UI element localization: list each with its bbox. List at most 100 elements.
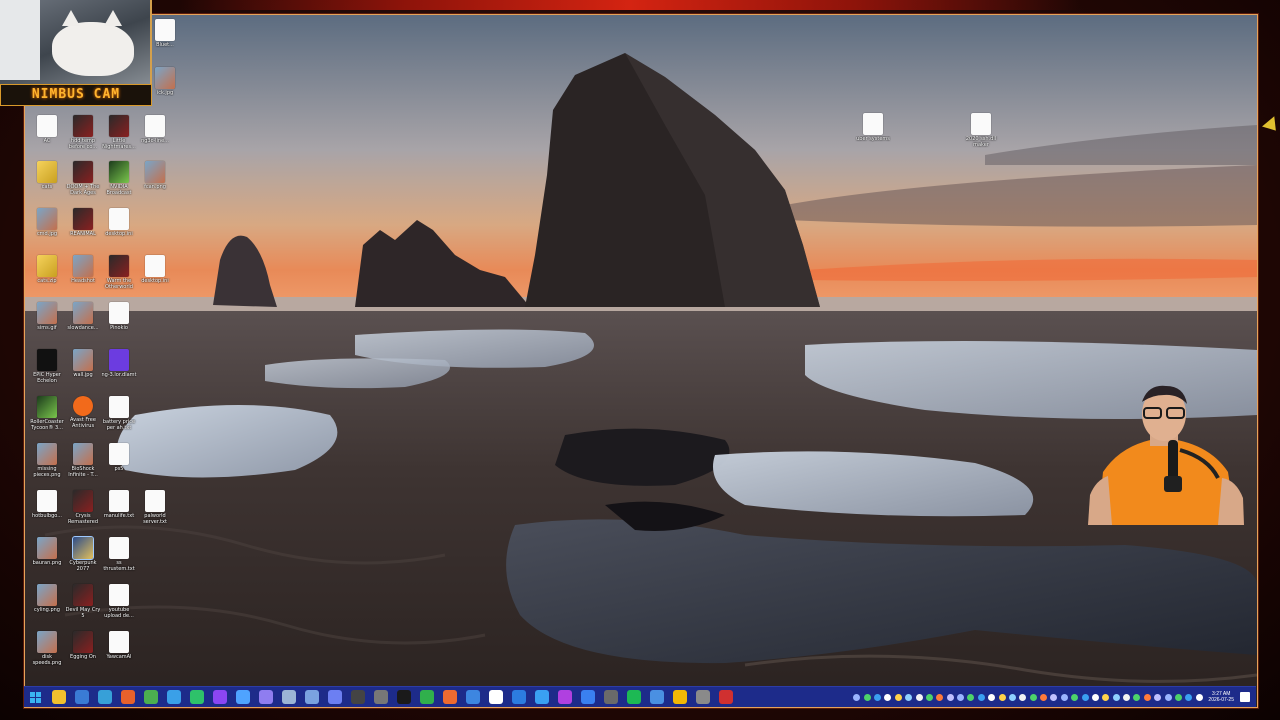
tray-icon[interactable]	[1185, 693, 1193, 701]
tray-icon[interactable]	[1154, 693, 1162, 701]
tray-icon[interactable]	[988, 693, 996, 701]
tray-icon[interactable]	[863, 693, 871, 701]
tray-icon[interactable]	[1081, 693, 1089, 701]
desktop-icon[interactable]: NVIDIA Broadcast	[101, 161, 137, 196]
tray-icon[interactable]	[1123, 693, 1131, 701]
desktop-icon[interactable]: ps5	[101, 443, 137, 472]
tray-icon[interactable]	[915, 693, 923, 701]
desktop-icon[interactable]: battery price per ah.txt	[101, 396, 137, 431]
desktop[interactable]: Bluet... ick.jpg AC hdd temp before co... Li…	[24, 14, 1258, 708]
desktop-icon[interactable]: disk speeds.png	[29, 631, 65, 666]
sheet-app-icon[interactable]	[419, 690, 434, 704]
desktop-icon[interactable]: fcan.png	[137, 161, 173, 190]
desktop-icon[interactable]: ng-3.lor.dlamt	[101, 349, 137, 378]
discord-icon[interactable]	[327, 690, 342, 704]
settings-icon[interactable]	[603, 690, 618, 704]
desktop-icon[interactable]: DOOM + The Dark Ages	[65, 161, 101, 196]
green-app-icon[interactable]	[189, 690, 204, 704]
diamond-app-icon[interactable]	[235, 690, 250, 704]
desktop-icon[interactable]: 2020 ssh.dll maker	[963, 113, 999, 148]
purple-app-icon[interactable]	[557, 690, 572, 704]
desktop-icon[interactable]: Crysis Remastered	[65, 490, 101, 525]
tray-icon[interactable]	[1008, 693, 1016, 701]
desktop-icon[interactable]: EPIC Hyper Echelon	[29, 349, 65, 384]
tray-icon[interactable]	[894, 693, 902, 701]
controller-icon[interactable]	[258, 690, 273, 704]
desktop-icon[interactable]: bauran.png	[29, 537, 65, 566]
tray-icon[interactable]	[1071, 693, 1079, 701]
tray-icon[interactable]	[884, 693, 892, 701]
desktop-icon[interactable]: ss thrustem.txt	[101, 537, 137, 572]
desktop-icon[interactable]: AC	[29, 115, 65, 144]
firefox-icon[interactable]	[120, 690, 135, 704]
task-view-icon[interactable]	[74, 690, 89, 704]
desktop-icon[interactable]: cmd.jpg	[29, 208, 65, 237]
tray-icon[interactable]	[1133, 693, 1141, 701]
red-app-icon[interactable]	[718, 690, 733, 704]
desktop-icon[interactable]: cyling.png	[29, 584, 65, 613]
chrome-icon[interactable]	[143, 690, 158, 704]
desktop-icon[interactable]: REANIMAL	[65, 208, 101, 237]
desktop-icon[interactable]: YawcamAI	[101, 631, 137, 660]
desktop-icon[interactable]: Avast Free Antivirus	[65, 396, 101, 429]
twitch-icon[interactable]	[212, 690, 227, 704]
desktop-icon[interactable]: slowdance...	[65, 302, 101, 331]
tray-icon[interactable]	[1112, 693, 1120, 701]
tray-icon[interactable]	[905, 693, 913, 701]
desktop-icon[interactable]: BioShock Infinite - T...	[65, 443, 101, 478]
desktop-icon[interactable]: sims.gif	[29, 302, 65, 331]
desktop-icon[interactable]: Devil May Cry 5	[65, 584, 101, 619]
desktop-icon[interactable]: desktop.ini	[101, 208, 137, 237]
desktop-icon[interactable]: Warm the Otherworld	[101, 255, 137, 290]
tray-icon[interactable]	[1174, 693, 1182, 701]
windows-start-icon[interactable]	[29, 690, 43, 704]
tray-icon[interactable]	[1019, 693, 1027, 701]
spotify-icon[interactable]	[626, 690, 641, 704]
desktop-icon[interactable]: Pinokio	[101, 302, 137, 331]
tray-icon[interactable]	[1164, 693, 1172, 701]
tray-icon[interactable]	[1050, 693, 1058, 701]
steam-icon[interactable]	[281, 690, 296, 704]
notification-button[interactable]	[1240, 692, 1250, 702]
desktop-icon[interactable]: Bluet...	[147, 19, 183, 48]
desktop-icon[interactable]: wall.jpg	[65, 349, 101, 378]
refresh-app-icon[interactable]	[166, 690, 181, 704]
desktop-icon[interactable]: hdd temp before co...	[65, 115, 101, 150]
desktop-icon[interactable]: missing pieces.png	[29, 443, 65, 478]
gear-app-icon[interactable]	[373, 690, 388, 704]
file-explorer-icon[interactable]	[51, 690, 66, 704]
tray-icon[interactable]	[853, 693, 861, 701]
tray-icon[interactable]	[936, 693, 944, 701]
desktop-icon[interactable]: desktop.ini	[137, 255, 173, 284]
tray-icon[interactable]	[957, 693, 965, 701]
blue-app-icon[interactable]	[511, 690, 526, 704]
desktop-icon[interactable]: Cyberpunk 2077	[65, 536, 101, 572]
desktop-icon[interactable]: cats	[29, 161, 65, 190]
tray-icon[interactable]	[967, 693, 975, 701]
tray-icon[interactable]	[874, 693, 882, 701]
desktop-icon[interactable]: Little Nightmares...	[101, 115, 137, 150]
chat-app-icon[interactable]	[534, 690, 549, 704]
desktop-icon[interactable]: ick.jpg	[147, 67, 183, 96]
grey-app-icon[interactable]	[695, 690, 710, 704]
tray-icon[interactable]	[925, 693, 933, 701]
edge-icon[interactable]	[97, 690, 112, 704]
desktop-icon[interactable]: ng3c-line...	[137, 115, 173, 144]
desktop-icon[interactable]: youtube upload de...	[101, 584, 137, 619]
tray-icon[interactable]	[1060, 693, 1068, 701]
grid-app-icon[interactable]	[465, 690, 480, 704]
tray-icon[interactable]	[977, 693, 985, 701]
notepad-icon[interactable]	[488, 690, 503, 704]
desktop-icon[interactable]: RollerCoaster Tycoon® 3...	[29, 396, 65, 431]
desktop-icon[interactable]: uber systems	[855, 113, 891, 142]
desktop-icon[interactable]: palworld server.txt	[137, 490, 173, 525]
desktop-icon[interactable]: manulife.txt	[101, 490, 137, 519]
tray-icon[interactable]	[1091, 693, 1099, 701]
blue-sphere-icon[interactable]	[580, 690, 595, 704]
docs-app-icon[interactable]	[649, 690, 664, 704]
desktop-icon[interactable]: Headshot	[65, 255, 101, 284]
terminal-icon[interactable]	[396, 690, 411, 704]
desktop-icon[interactable]: cats.zip	[29, 255, 65, 284]
star-app-icon[interactable]	[672, 690, 687, 704]
tray-icon[interactable]	[1029, 693, 1037, 701]
